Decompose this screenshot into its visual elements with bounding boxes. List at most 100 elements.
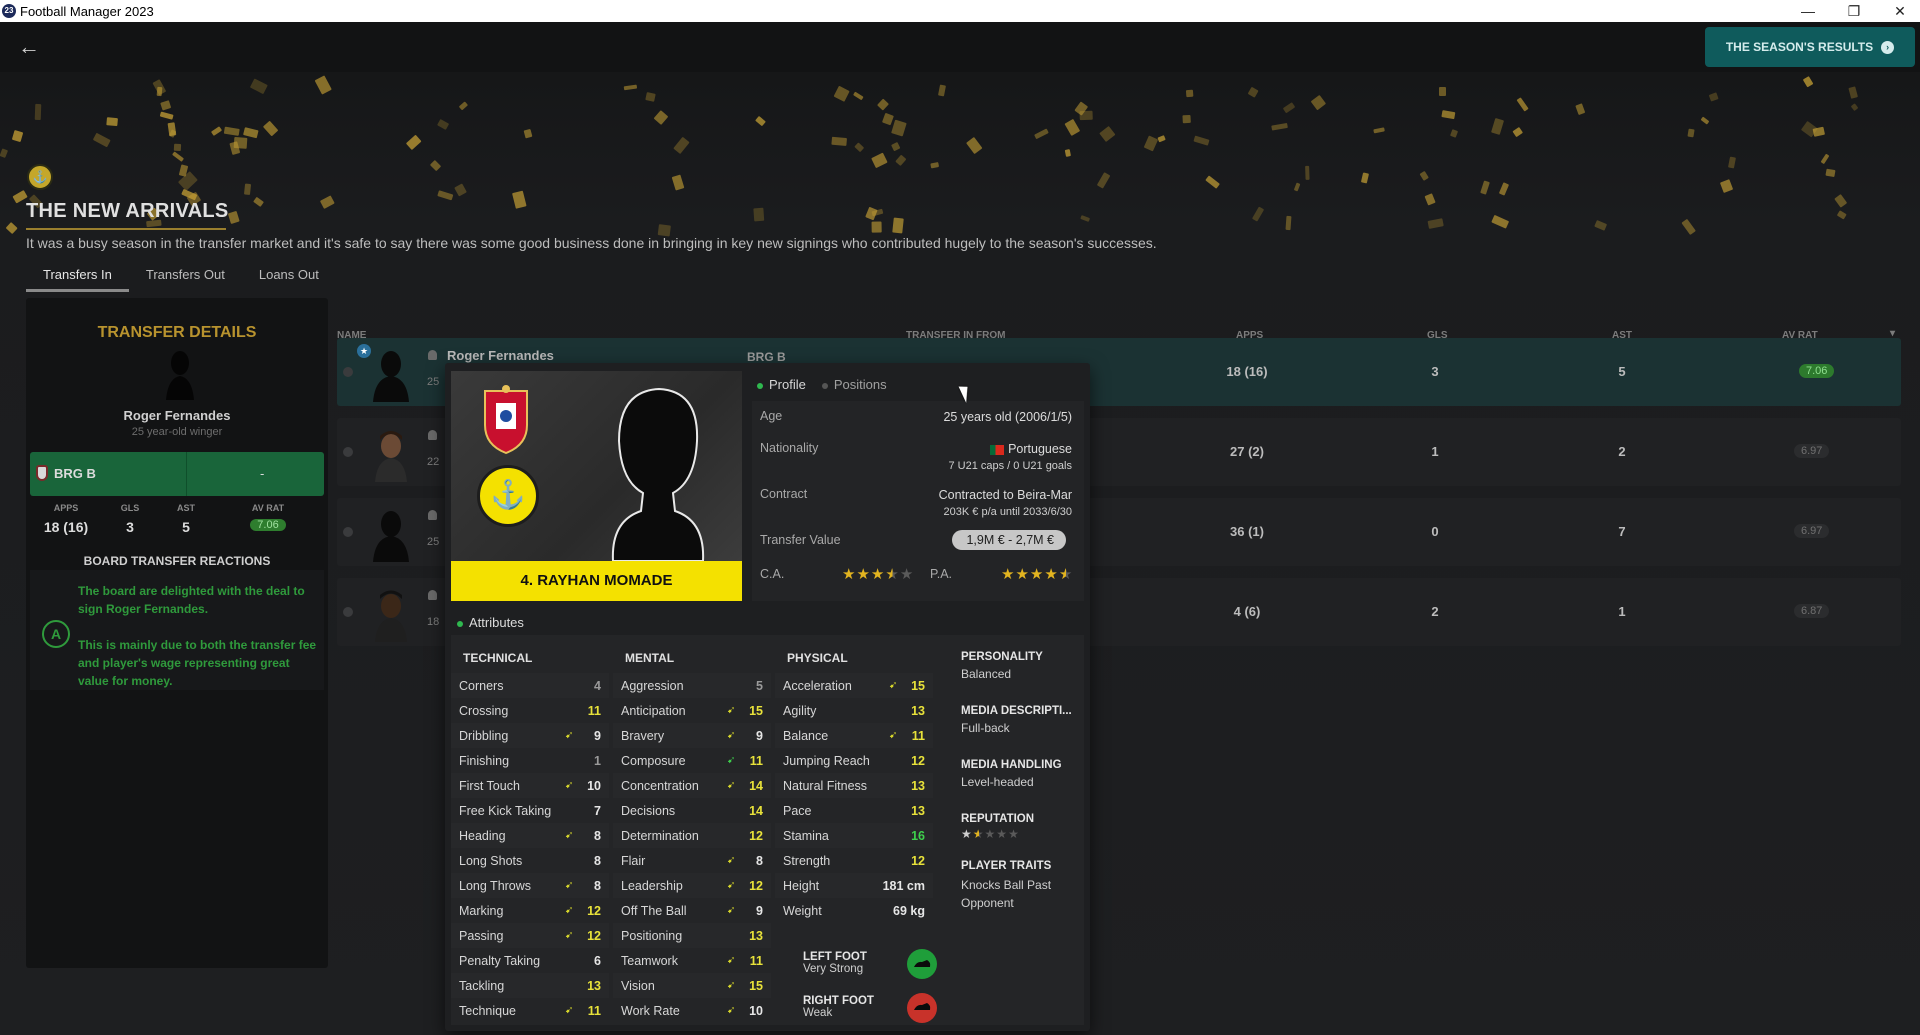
attribute-row[interactable]: First Touch 10 ➹ xyxy=(451,773,609,798)
physical-title: PHYSICAL xyxy=(787,651,848,665)
attribute-row[interactable]: Work Rate 10 ➹ xyxy=(613,998,771,1023)
confetti-piece xyxy=(243,183,251,196)
row-age: 22 xyxy=(427,456,440,468)
attribute-value: 11 xyxy=(749,754,763,768)
confetti-piece xyxy=(645,91,657,102)
row-select-radio[interactable] xyxy=(343,367,353,377)
attribute-row[interactable]: Anticipation 15 ➹ xyxy=(613,698,771,723)
attribute-row[interactable]: Composure 11 ➹ xyxy=(613,748,771,773)
attribute-row[interactable]: Long Throws 8 ➹ xyxy=(451,873,609,898)
close-window-button[interactable]: ✕ xyxy=(1877,0,1920,22)
attribute-row[interactable]: Jumping Reach 12 xyxy=(775,748,933,773)
attribute-row[interactable]: Natural Fitness 13 xyxy=(775,773,933,798)
row-select-radio[interactable] xyxy=(343,527,353,537)
back-arrow-icon[interactable]: ← xyxy=(18,36,42,58)
row-from-club[interactable]: BRG B xyxy=(747,350,786,364)
contract-value[interactable]: Contracted to Beira-Mar xyxy=(939,488,1072,502)
attribute-row[interactable]: Bravery 9 ➹ xyxy=(613,723,771,748)
confetti-piece xyxy=(672,174,685,191)
transfer-value-label: Transfer Value xyxy=(760,533,841,547)
attribute-row[interactable]: Height 181 cm xyxy=(775,873,933,898)
tab-transfers-out[interactable]: Transfers Out xyxy=(129,267,242,292)
row-select-radio[interactable] xyxy=(343,607,353,617)
right-foot-label: RIGHT FOOT xyxy=(803,995,874,1007)
attribute-row[interactable]: Penalty Taking 6 xyxy=(451,948,609,973)
attribute-row[interactable]: Leadership 12 ➹ xyxy=(613,873,771,898)
attribute-row[interactable]: Long Shots 8 xyxy=(451,848,609,873)
restore-button[interactable]: ❐ xyxy=(1831,0,1877,22)
attribute-row[interactable]: Aggression 5 xyxy=(613,673,771,698)
star-icon: ★ xyxy=(885,566,900,583)
training-arrow-icon: ➹ xyxy=(565,1005,574,1016)
attribute-row[interactable]: Decisions 14 xyxy=(613,798,771,823)
screen-content: ← THE SEASON'S RESULTS › ⚓ THE NEW ARRIV… xyxy=(0,22,1920,1035)
row-apps: 4 (6) xyxy=(1233,604,1261,619)
player-traits-value: Knocks Ball Past Opponent xyxy=(961,878,1052,910)
attributes-header: Attributes xyxy=(457,615,524,630)
confetti-piece xyxy=(1687,128,1695,138)
attribute-value: 181 cm xyxy=(882,879,925,893)
age-label: Age xyxy=(760,409,783,423)
tab-positions[interactable]: Positions xyxy=(821,377,887,392)
confetti-piece xyxy=(1205,175,1221,189)
nationality-value[interactable]: Portuguese xyxy=(1008,442,1072,456)
attribute-row[interactable]: Concentration 14 ➹ xyxy=(613,773,771,798)
media-description-value: Full-back xyxy=(961,721,1010,735)
attribute-value: 9 xyxy=(594,729,601,743)
attribute-row[interactable]: Strength 12 xyxy=(775,848,933,873)
confetti-piece xyxy=(1064,149,1071,158)
attribute-row[interactable]: Corners 4 xyxy=(451,673,609,698)
attribute-name: Long Throws xyxy=(459,879,532,893)
attribute-value: 12 xyxy=(911,754,925,768)
attribute-row[interactable]: Positioning 13 xyxy=(613,923,771,948)
tab-loans-out[interactable]: Loans Out xyxy=(242,267,336,292)
contract-label: Contract xyxy=(760,487,808,501)
attribute-row[interactable]: Off The Ball 9 ➹ xyxy=(613,898,771,923)
attribute-row[interactable]: Passing 12 ➹ xyxy=(451,923,609,948)
player-avatar xyxy=(375,590,407,642)
star-icon: ★ xyxy=(899,566,915,583)
attribute-row[interactable]: Teamwork 11 ➹ xyxy=(613,948,771,973)
tab-transfers-in[interactable]: Transfers In xyxy=(26,267,129,292)
attribute-value: 9 xyxy=(756,904,763,918)
attribute-row[interactable]: Finishing 1 xyxy=(451,748,609,773)
attribute-row[interactable]: Heading 8 ➹ xyxy=(451,823,609,848)
confetti-piece xyxy=(657,223,671,236)
training-arrow-icon: ➹ xyxy=(565,830,574,841)
row-apps: 36 (1) xyxy=(1230,524,1264,539)
attribute-row[interactable]: Marking 12 ➹ xyxy=(451,898,609,923)
confetti-piece xyxy=(1099,125,1116,142)
attribute-row[interactable]: Acceleration 15 ➹ xyxy=(775,673,933,698)
attribute-row[interactable]: Agility 13 xyxy=(775,698,933,723)
confetti-piece xyxy=(233,136,248,148)
attribute-row[interactable]: Dribbling 9 ➹ xyxy=(451,723,609,748)
minimize-button[interactable]: — xyxy=(1785,0,1831,22)
active-dot-icon xyxy=(757,382,763,389)
attribute-row[interactable]: Stamina 16 xyxy=(775,823,933,848)
confetti-piece xyxy=(1720,178,1734,193)
attribute-row[interactable]: Crossing 11 xyxy=(451,698,609,723)
attribute-row[interactable]: Pace 13 xyxy=(775,798,933,823)
attribute-row[interactable]: Tackling 13 xyxy=(451,973,609,998)
tab-profile[interactable]: Profile xyxy=(757,377,806,392)
attribute-row[interactable]: Flair 8 ➹ xyxy=(613,848,771,873)
gls-value: 3 xyxy=(126,519,134,535)
attribute-name: Vision xyxy=(621,979,655,993)
attribute-row[interactable]: Weight 69 kg xyxy=(775,898,933,923)
confetti-piece xyxy=(1575,102,1586,115)
row-player-name[interactable]: Roger Fernandes xyxy=(447,348,554,363)
row-select-radio[interactable] xyxy=(343,447,353,457)
attribute-row[interactable]: Technique 11 ➹ xyxy=(451,998,609,1023)
attribute-row[interactable]: Determination 12 xyxy=(613,823,771,848)
confetti-piece xyxy=(753,207,764,222)
reaction-text-2: This is mainly due to both the transfer … xyxy=(78,638,317,688)
attribute-name: Dribbling xyxy=(459,729,509,743)
reputation-stars: ★★★★★ xyxy=(961,825,1084,843)
attribute-row[interactable]: Vision 15 ➹ xyxy=(613,973,771,998)
seasons-results-button[interactable]: THE SEASON'S RESULTS › xyxy=(1705,27,1915,67)
training-arrow-icon: ➹ xyxy=(727,730,736,741)
attribute-row[interactable]: Balance 11 ➹ xyxy=(775,723,933,748)
personality-label: PERSONALITY xyxy=(961,651,1043,663)
training-arrow-icon: ➹ xyxy=(727,780,736,791)
attribute-row[interactable]: Free Kick Taking 7 xyxy=(451,798,609,823)
